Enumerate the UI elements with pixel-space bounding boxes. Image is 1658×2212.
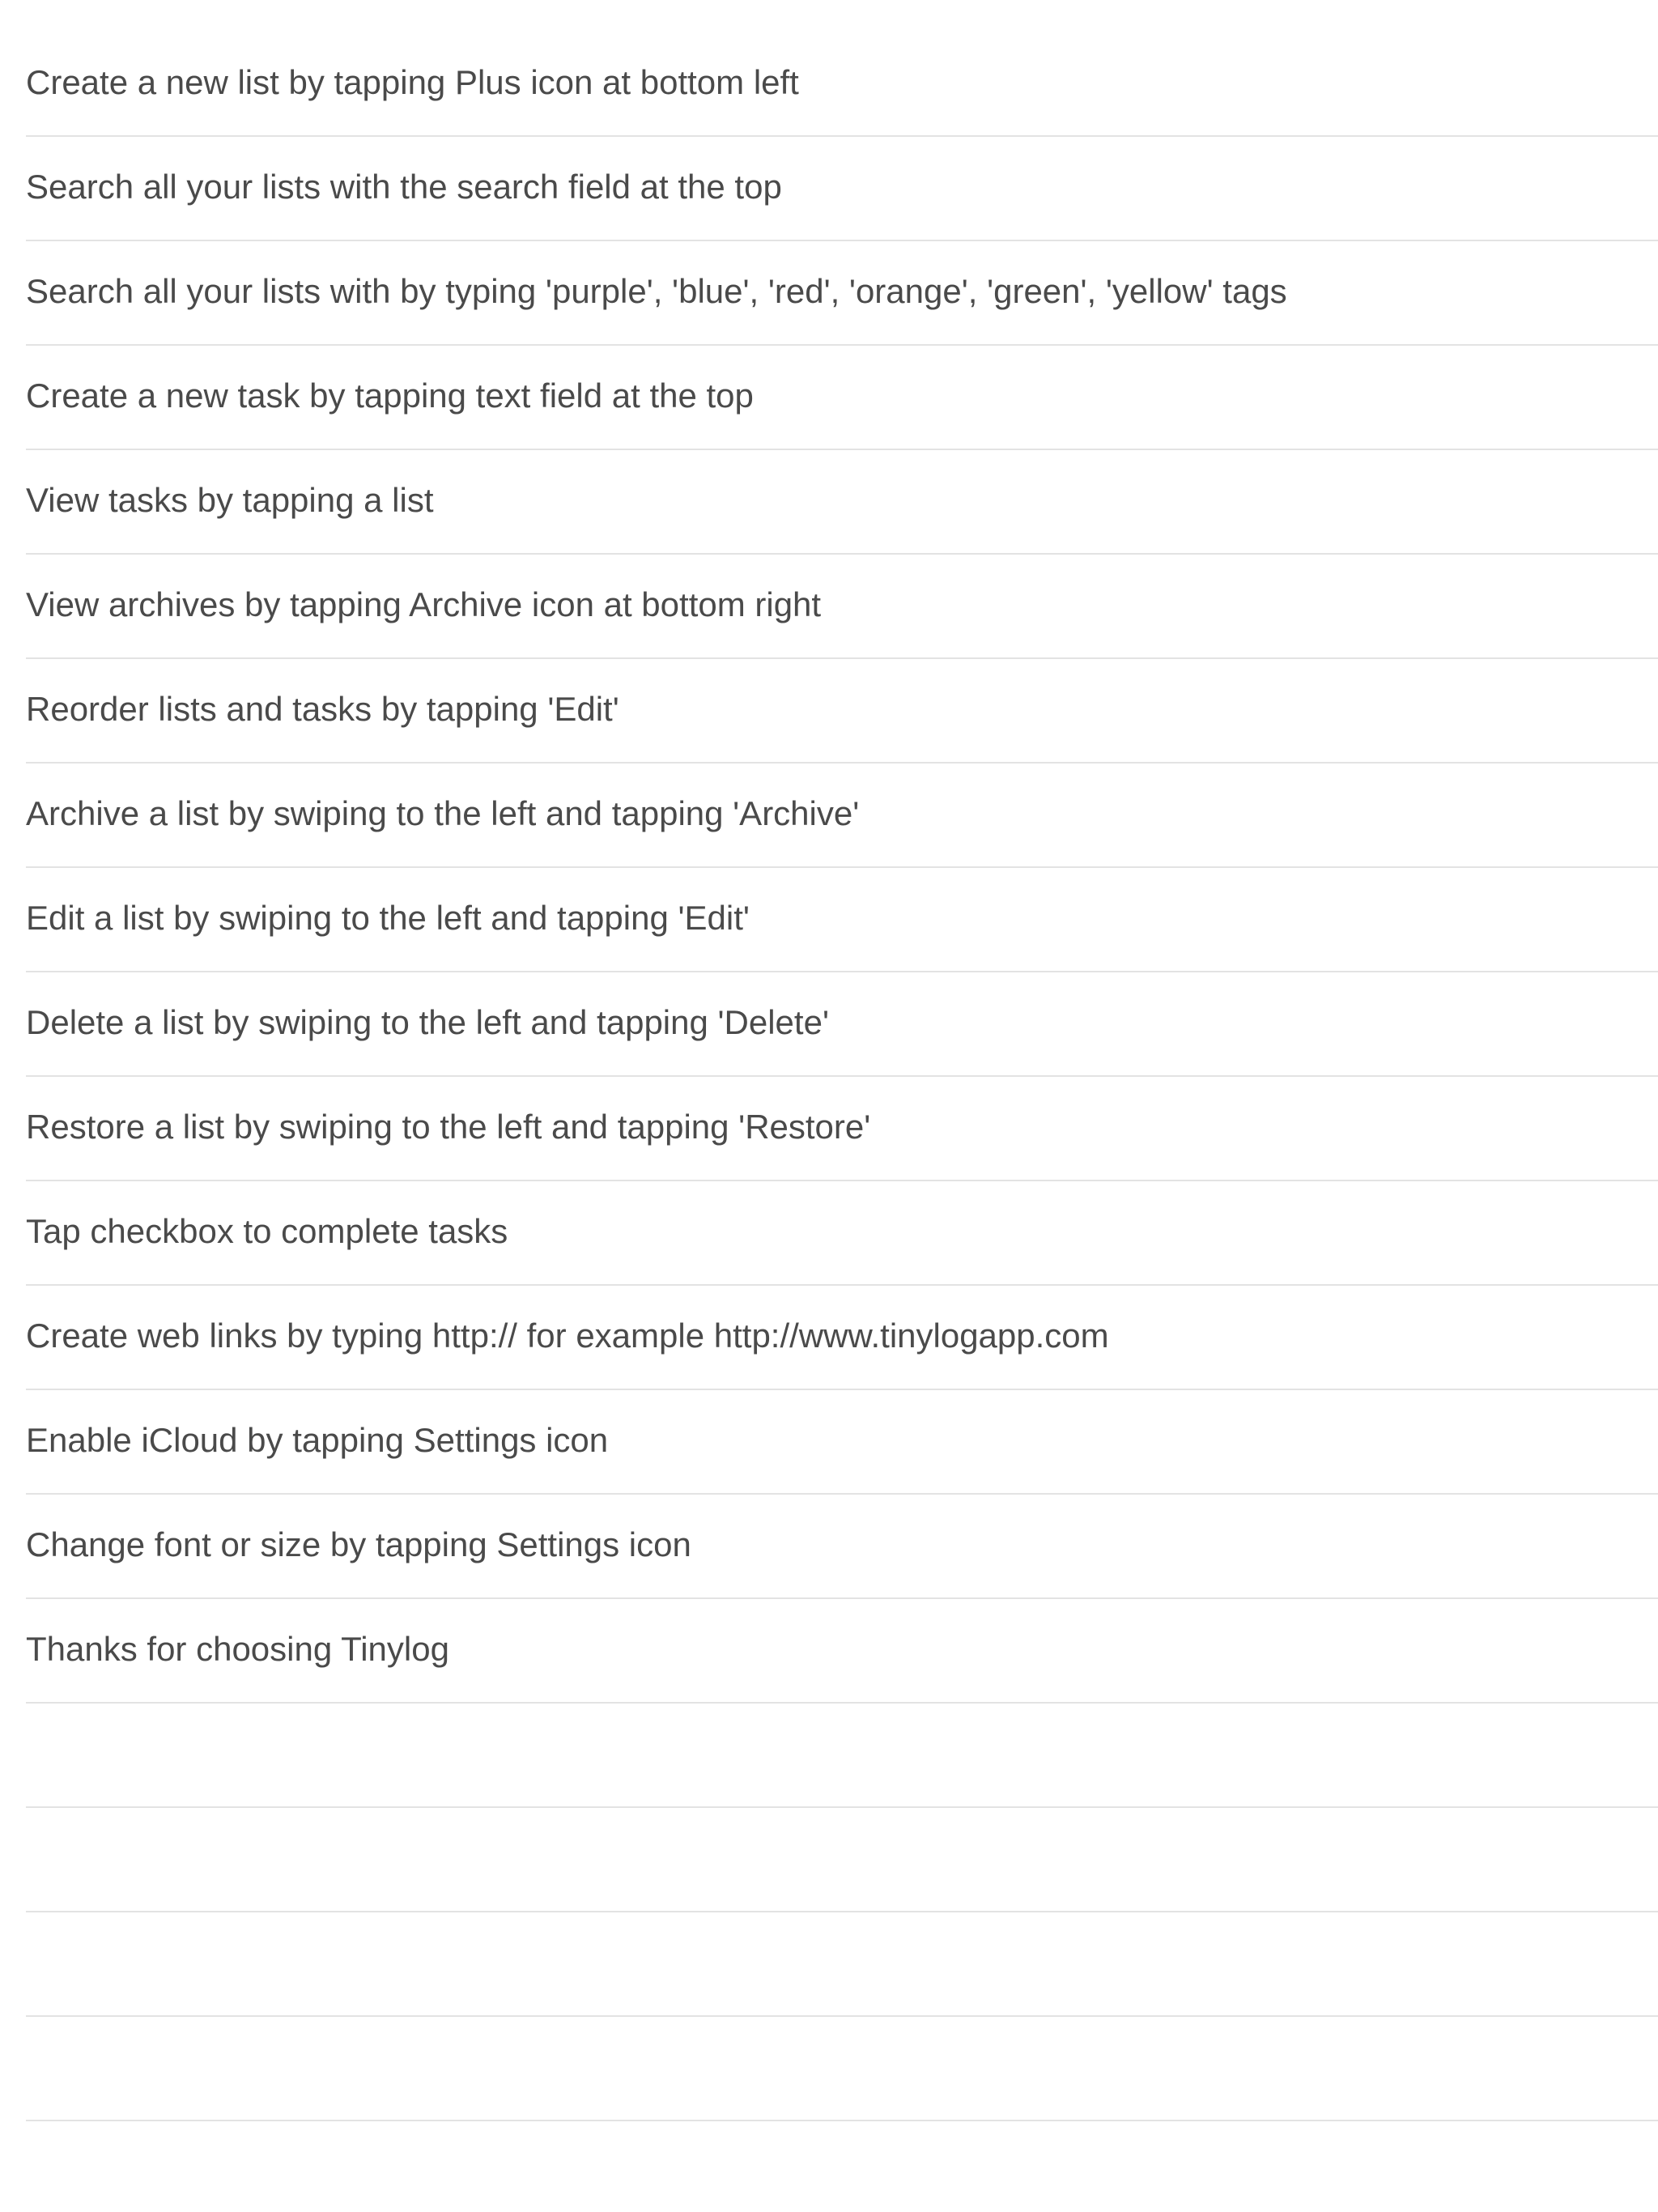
list-item[interactable]: Reorder lists and tasks by tapping 'Edit… [26, 659, 1658, 764]
list-item-label: View tasks by tapping a list [26, 480, 434, 519]
list-item[interactable]: Archive a list by swiping to the left an… [26, 764, 1658, 868]
list-item-label: Reorder lists and tasks by tapping 'Edit… [26, 689, 619, 728]
empty-row [26, 1704, 1658, 1808]
tips-screen: { "tips": [ "Create a new list by tappin… [0, 0, 1658, 2212]
list-item-label: Create a new task by tapping text field … [26, 376, 754, 415]
list-item[interactable]: Create a new list by tapping Plus icon a… [26, 32, 1658, 137]
list-item-label: Thanks for choosing Tinylog [26, 1629, 449, 1668]
tips-list: Create a new list by tapping Plus icon a… [26, 32, 1658, 2121]
list-item-label: Create a new list by tapping Plus icon a… [26, 62, 799, 101]
list-item[interactable]: Change font or size by tapping Settings … [26, 1495, 1658, 1599]
list-item[interactable]: Thanks for choosing Tinylog [26, 1599, 1658, 1704]
list-item[interactable]: View tasks by tapping a list [26, 450, 1658, 555]
list-item-label: Enable iCloud by tapping Settings icon [26, 1420, 609, 1459]
empty-row [26, 1912, 1658, 2017]
list-item[interactable]: Enable iCloud by tapping Settings icon [26, 1390, 1658, 1495]
list-item[interactable]: View archives by tapping Archive icon at… [26, 555, 1658, 659]
list-item-label: Change font or size by tapping Settings … [26, 1525, 691, 1563]
list-item[interactable]: Search all your lists with by typing 'pu… [26, 241, 1658, 346]
list-item[interactable]: Create web links by typing http:// for e… [26, 1286, 1658, 1390]
empty-row [26, 1808, 1658, 1912]
list-item-label: Restore a list by swiping to the left an… [26, 1107, 871, 1146]
empty-row [26, 2017, 1658, 2121]
list-item-label: Tap checkbox to complete tasks [26, 1211, 508, 1250]
list-item[interactable]: Edit a list by swiping to the left and t… [26, 868, 1658, 972]
list-item-label: Delete a list by swiping to the left and… [26, 1002, 829, 1041]
list-item-label: Create web links by typing http:// for e… [26, 1316, 1109, 1355]
list-item[interactable]: Tap checkbox to complete tasks [26, 1181, 1658, 1286]
list-item[interactable]: Search all your lists with the search fi… [26, 137, 1658, 241]
list-item-label: Search all your lists with by typing 'pu… [26, 271, 1287, 310]
list-item[interactable]: Create a new task by tapping text field … [26, 346, 1658, 450]
list-item[interactable]: Delete a list by swiping to the left and… [26, 972, 1658, 1077]
list-item[interactable]: Restore a list by swiping to the left an… [26, 1077, 1658, 1181]
list-item-label: View archives by tapping Archive icon at… [26, 585, 822, 623]
list-item-label: Archive a list by swiping to the left an… [26, 793, 860, 832]
list-item-label: Search all your lists with the search fi… [26, 167, 782, 206]
list-item-label: Edit a list by swiping to the left and t… [26, 898, 750, 937]
